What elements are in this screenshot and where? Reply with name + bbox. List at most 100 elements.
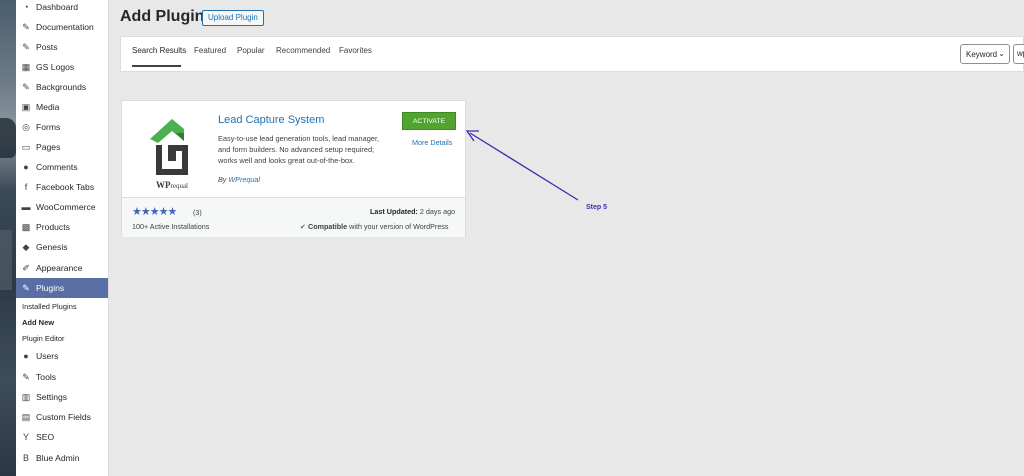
- sidebar-item-label: Plugins: [36, 283, 65, 293]
- sidebar-item-tools[interactable]: ✎ Tools: [16, 367, 108, 387]
- sidebar-item-backgrounds[interactable]: ✎ Backgrounds: [16, 77, 108, 97]
- brush-icon: ✐: [22, 262, 30, 273]
- sidebar-item-plugins[interactable]: ✎ Plugins: [16, 278, 108, 298]
- sidebar-item-facebook-tabs[interactable]: f Facebook Tabs: [16, 177, 108, 197]
- tab-favorites[interactable]: Favorites: [339, 46, 372, 55]
- plugin-logo: WPrequal: [150, 119, 188, 190]
- pin-icon: ✎: [22, 21, 30, 32]
- sidebar-item-label: Comments: [36, 162, 78, 172]
- tab-popular[interactable]: Popular: [237, 46, 265, 55]
- sidebar-item-documentation[interactable]: ✎ Documentation: [16, 17, 108, 37]
- sidebar-item-label: Dashboard: [36, 2, 79, 12]
- plugin-filter-bar: Search Results Featured Popular Recommen…: [120, 36, 1024, 72]
- sidebar-item-label: WooCommerce: [36, 202, 96, 212]
- sidebar-item-label: Documentation: [36, 22, 94, 32]
- facebook-icon: f: [24, 182, 28, 192]
- search-input[interactable]: wp: [1013, 44, 1024, 64]
- products-icon: ▩: [21, 221, 31, 232]
- sidebar-item-dashboard[interactable]: ◔ Dashboard: [16, 0, 108, 17]
- sidebar-item-comments[interactable]: ● Comments: [16, 157, 108, 177]
- last-updated-label: Last Updated:: [370, 207, 418, 216]
- comments-icon: ●: [23, 162, 29, 172]
- author-link[interactable]: WPrequal: [228, 175, 260, 184]
- compat-text: with your version of WordPress: [349, 222, 449, 231]
- chevron-down-icon: ⌄: [998, 49, 1005, 58]
- submenu-installed-plugins[interactable]: Installed Plugins: [22, 302, 77, 311]
- sidebar-item-blue-admin[interactable]: B Blue Admin: [16, 448, 108, 468]
- plugin-title[interactable]: Lead Capture System: [218, 114, 324, 126]
- sidebar-item-label: Facebook Tabs: [36, 182, 95, 192]
- sidebar-item-label: Tools: [36, 372, 57, 382]
- pin-icon: ✎: [22, 41, 30, 52]
- plugin-description: Easy-to-use lead generation tools, lead …: [218, 134, 380, 166]
- star-rating: ★★★★★: [132, 206, 177, 218]
- custom-fields-icon: ▤: [21, 411, 31, 422]
- sidebar-item-label: Pages: [36, 142, 61, 152]
- search-type-select[interactable]: Keyword ⌄: [960, 44, 1010, 64]
- step-label: Step 5: [586, 204, 608, 211]
- submenu-add-new[interactable]: Add New: [22, 318, 54, 327]
- tab-recommended[interactable]: Recommended: [276, 46, 330, 55]
- dashboard-icon: ◔: [23, 2, 29, 12]
- upload-plugin-button[interactable]: Upload Plugin: [202, 10, 264, 26]
- page-title: Add Plugins: [120, 8, 214, 25]
- sidebar-item-label: Users: [36, 351, 59, 361]
- activate-button[interactable]: ACTIVATE: [402, 112, 456, 130]
- plugin-icon: ✎: [22, 282, 30, 293]
- sidebar-item-label: Settings: [36, 392, 68, 402]
- compat-bold: Compatible: [308, 222, 348, 231]
- sidebar-item-custom-fields[interactable]: ▤ Custom Fields: [16, 407, 108, 427]
- sidebar-item-label: Appearance: [36, 263, 83, 273]
- sidebar-item-label: GS Logos: [36, 62, 75, 72]
- tools-icon: ✎: [22, 371, 30, 382]
- author-prefix: By: [218, 175, 227, 184]
- sidebar-item-label: SEO: [36, 432, 55, 442]
- sidebar-item-products[interactable]: ▩ Products: [16, 217, 108, 237]
- pages-icon: ▭: [21, 141, 31, 152]
- sidebar-item-label: Forms: [36, 122, 61, 132]
- tab-search-results[interactable]: Search Results: [132, 46, 186, 55]
- compatibility-status: ✔ Compatible with your version of WordPre…: [300, 222, 449, 231]
- sidebar-item-label: Backgrounds: [36, 82, 87, 92]
- search-type-value: Keyword: [966, 49, 998, 59]
- sidebar-item-woocommerce[interactable]: ▬ WooCommerce: [16, 197, 108, 217]
- active-tab-indicator: [132, 65, 181, 67]
- woocommerce-icon: ▬: [21, 202, 31, 212]
- sidebar-item-media[interactable]: ▣ Media: [16, 97, 108, 117]
- svg-text:WPrequal: WPrequal: [156, 180, 188, 190]
- tab-featured[interactable]: Featured: [194, 46, 226, 55]
- media-icon: ▣: [21, 101, 31, 112]
- users-icon: ●: [23, 351, 29, 361]
- blue-admin-icon: B: [22, 453, 29, 463]
- submenu-plugin-editor[interactable]: Plugin Editor: [22, 334, 65, 343]
- check-icon: ✔: [300, 222, 307, 231]
- sidebar-item-label: Blue Admin: [36, 453, 80, 463]
- grid-icon: ▦: [21, 61, 31, 72]
- settings-icon: ▥: [21, 391, 31, 402]
- last-updated: Last Updated: 2 days ago: [370, 207, 455, 216]
- sidebar-item-label: Products: [36, 222, 70, 232]
- sidebar-item-gs-logos[interactable]: ▦ GS Logos: [16, 57, 108, 77]
- sidebar-item-posts[interactable]: ✎ Posts: [16, 37, 108, 57]
- sidebar-item-users[interactable]: ● Users: [16, 346, 108, 366]
- forms-icon: ◎: [22, 121, 30, 132]
- more-details-link[interactable]: More Details: [412, 138, 452, 147]
- plugin-card: WPrequal Lead Capture System Easy-to-use…: [121, 100, 466, 237]
- rating-count: (3): [193, 208, 202, 217]
- admin-sidebar: ◔ Dashboard ✎ Documentation ✎ Posts ▦ GS Log…: [16, 0, 109, 476]
- genesis-icon: ◆: [22, 241, 30, 252]
- sidebar-item-label: Posts: [36, 42, 58, 52]
- sidebar-item-pages[interactable]: ▭ Pages: [16, 137, 108, 157]
- sidebar-item-label: Genesis: [36, 242, 68, 252]
- sidebar-item-seo[interactable]: Y SEO: [16, 427, 108, 447]
- sidebar-item-label: Custom Fields: [36, 412, 91, 422]
- pin-icon: ✎: [22, 81, 30, 92]
- seo-icon: Y: [22, 432, 29, 442]
- plugin-author: By WPrequal: [218, 175, 260, 184]
- sidebar-item-label: Media: [36, 102, 60, 112]
- sidebar-item-settings[interactable]: ▥ Settings: [16, 387, 108, 407]
- sidebar-item-forms[interactable]: ◎ Forms: [16, 117, 108, 137]
- desktop-background: [0, 0, 16, 476]
- sidebar-item-appearance[interactable]: ✐ Appearance: [16, 258, 108, 278]
- sidebar-item-genesis[interactable]: ◆ Genesis: [16, 237, 108, 257]
